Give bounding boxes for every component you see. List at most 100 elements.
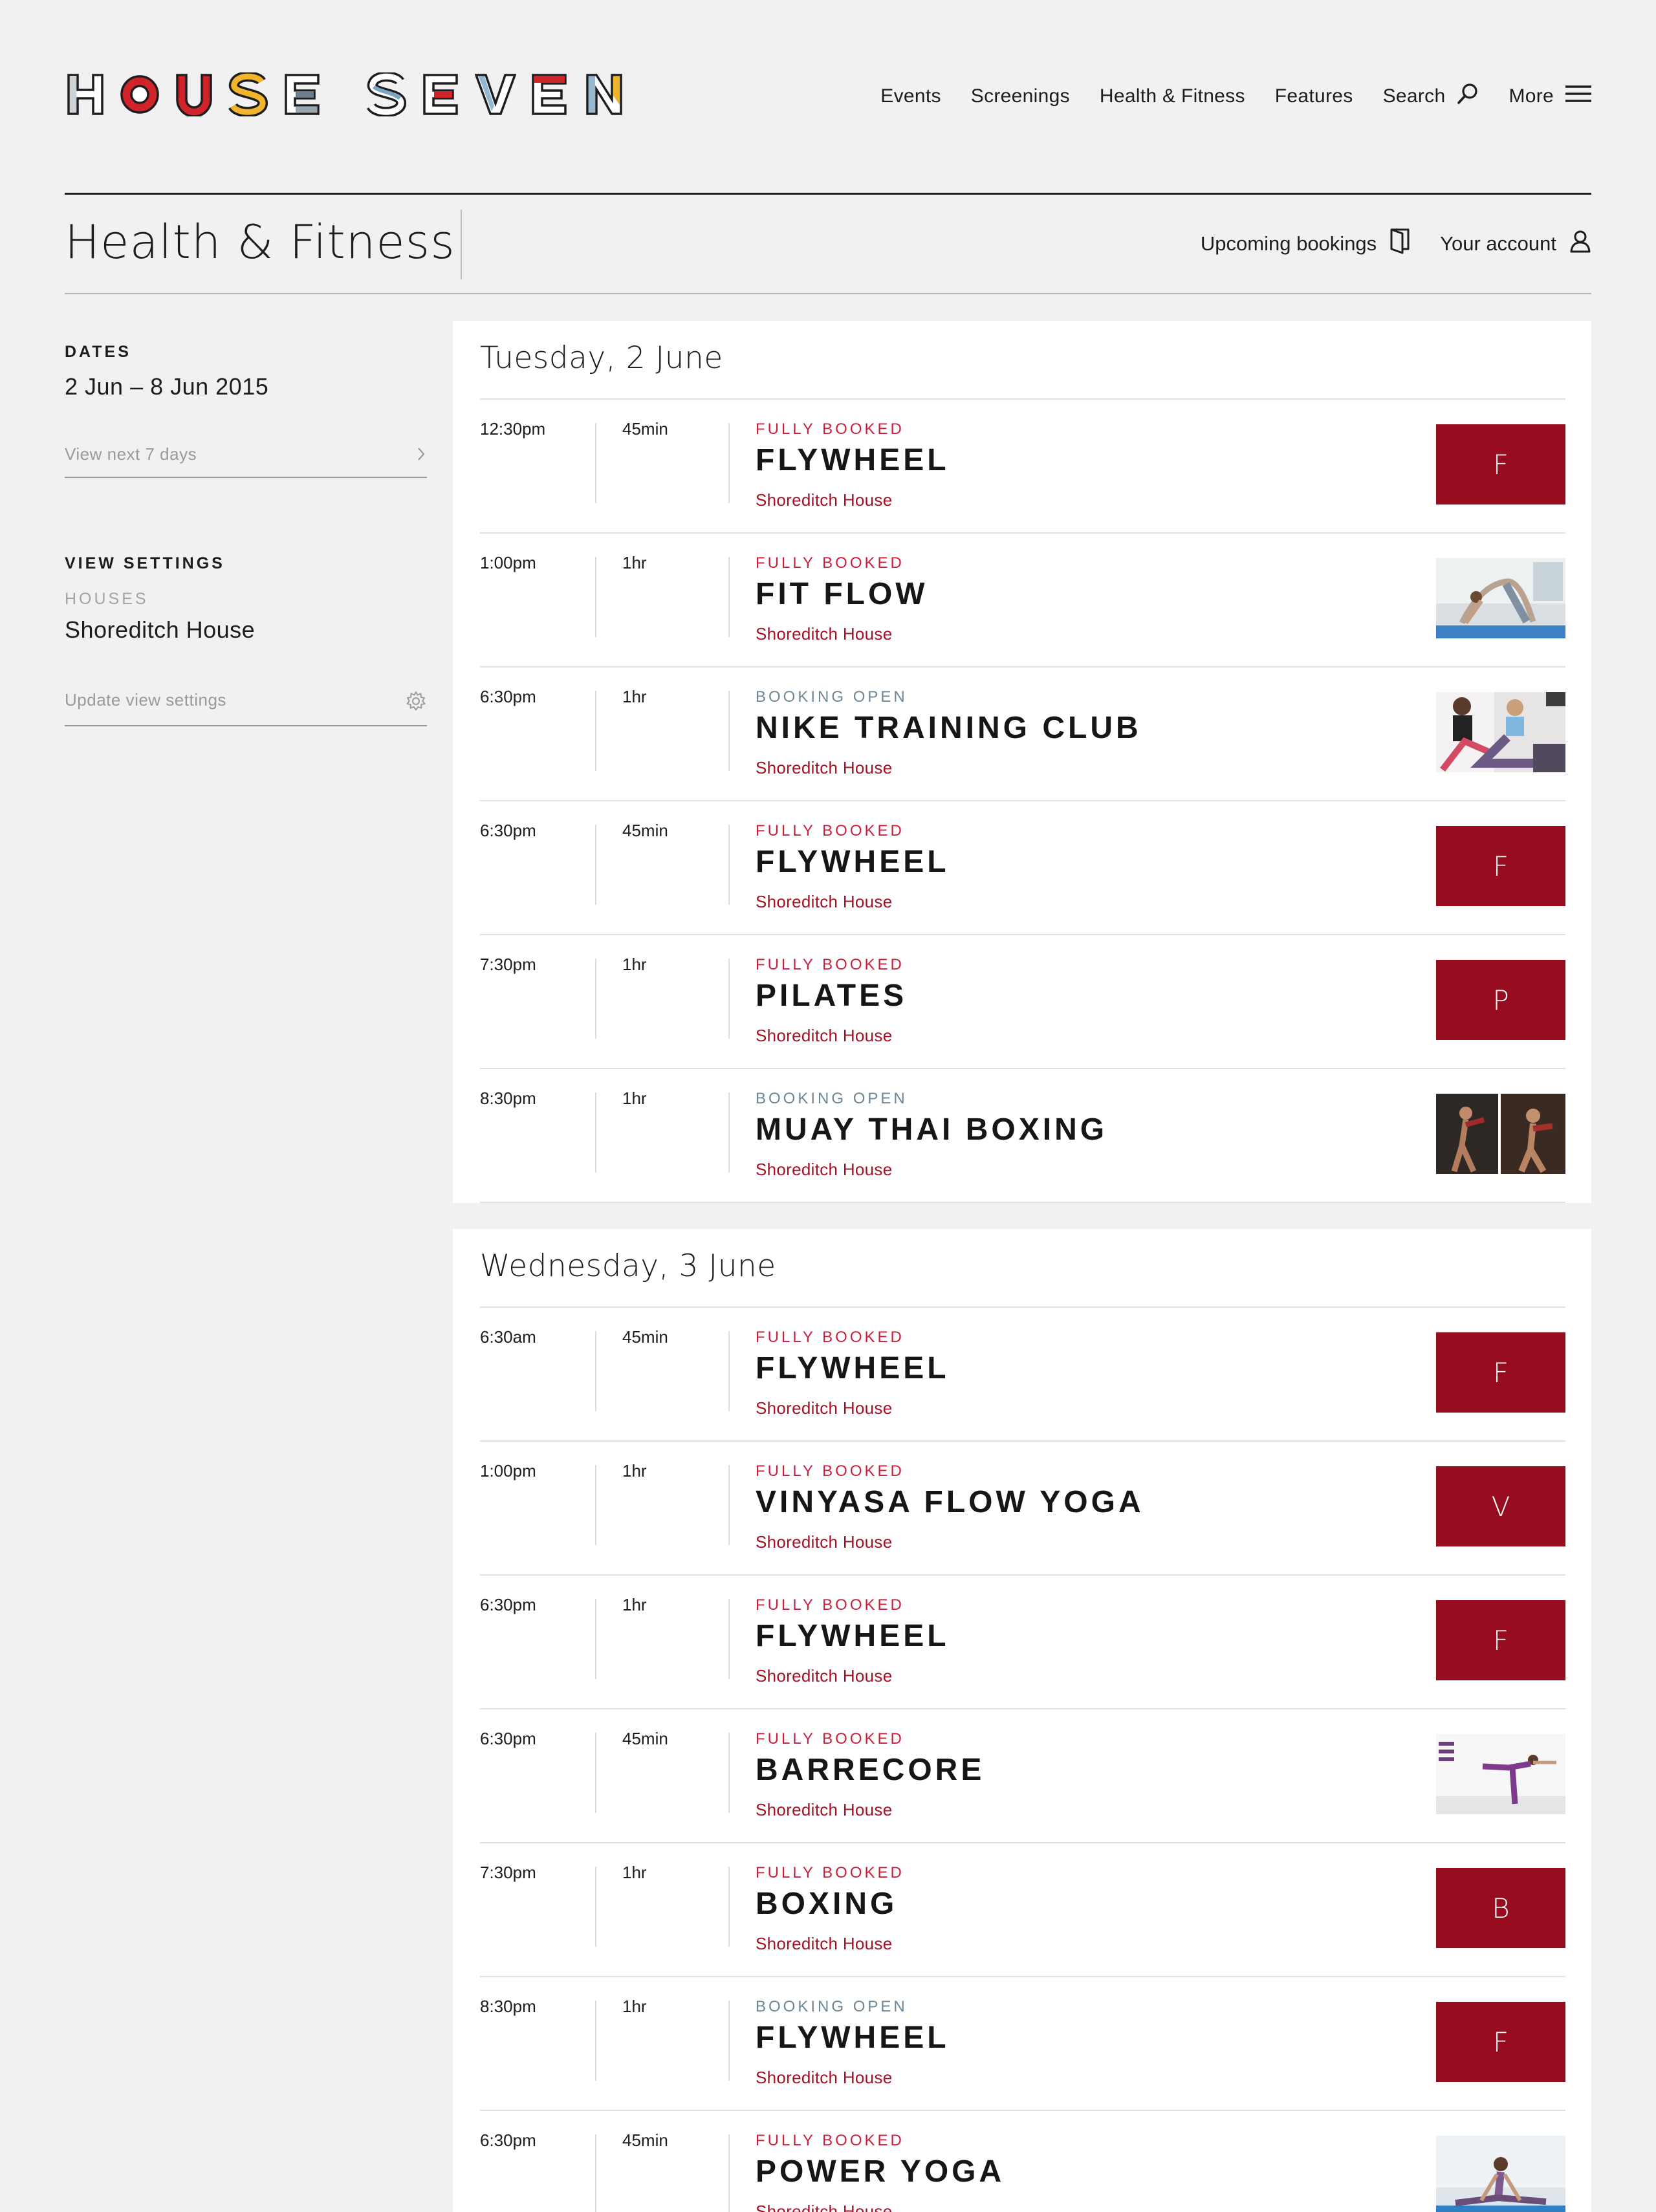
nav-search[interactable]: Search	[1383, 83, 1479, 110]
logo-word-gap	[336, 72, 366, 116]
event-duration: 1hr	[622, 1595, 647, 1614]
event-letter-thumbnail[interactable]: F	[1436, 1600, 1565, 1680]
event-row[interactable]: 6:30pm 45min FULLY BOOKED FLYWHEEL Shoreditc…	[480, 801, 1565, 935]
event-photo-thumbnail[interactable]	[1436, 2136, 1565, 2212]
update-view-settings-link[interactable]: Update view settings	[65, 690, 427, 726]
event-house[interactable]: Shoreditch House	[756, 624, 892, 644]
event-row[interactable]: 7:30pm 1hr FULLY BOOKED BOXING Shoreditch Ho…	[480, 1843, 1565, 1977]
booking-status: FULLY BOOKED	[756, 1328, 904, 1346]
event-name[interactable]: FLYWHEEL	[756, 1350, 950, 1386]
event-letter-thumbnail[interactable]: V	[1436, 1466, 1565, 1546]
event-photo-thumbnail[interactable]	[1436, 1734, 1565, 1814]
event-letter-thumbnail[interactable]: F	[1436, 826, 1565, 906]
logo-letter-v	[475, 72, 516, 116]
day-title: Wednesday, 3 June	[480, 1248, 776, 1284]
event-time: 6:30pm	[480, 821, 536, 840]
column-divider	[728, 557, 730, 637]
event-row[interactable]: 8:30pm 1hr BOOKING OPEN MUAY THAI BOXING Sho…	[480, 1069, 1565, 1203]
nav-health-fitness[interactable]: Health & Fitness	[1100, 85, 1245, 107]
event-name[interactable]: FLYWHEEL	[756, 442, 950, 478]
sidebar: DATES 2 Jun – 8 Jun 2015 View next 7 day…	[65, 343, 427, 726]
event-row[interactable]: 6:30pm 1hr BOOKING OPEN NIKE TRAINING CLUB S…	[480, 667, 1565, 801]
event-house[interactable]: Shoreditch House	[756, 1800, 892, 1820]
nav-more[interactable]: More	[1509, 84, 1591, 109]
logo-letter-h	[65, 72, 106, 116]
event-name[interactable]: MUAY THAI BOXING	[756, 1112, 1107, 1147]
event-row[interactable]: 6:30pm 45min FULLY BOOKED POWER YOGA Shoredi…	[480, 2111, 1565, 2212]
houses-label: HOUSES	[65, 590, 149, 608]
event-house[interactable]: Shoreditch House	[756, 892, 892, 912]
column-divider	[595, 825, 596, 905]
event-row[interactable]: 6:30pm 1hr FULLY BOOKED FLYWHEEL Shoreditch …	[480, 1576, 1565, 1709]
house-seven-logo[interactable]	[65, 72, 638, 116]
logo-letter-n	[583, 72, 625, 116]
event-letter-thumbnail[interactable]: P	[1436, 960, 1565, 1040]
menu-icon	[1565, 84, 1591, 109]
event-photo-thumbnail[interactable]	[1436, 692, 1565, 772]
column-divider	[728, 1092, 730, 1173]
event-name[interactable]: NIKE TRAINING CLUB	[756, 710, 1142, 746]
event-house[interactable]: Shoreditch House	[756, 1934, 892, 1954]
logo-letter-e	[529, 72, 571, 116]
event-row[interactable]: 6:30am 45min FULLY BOOKED FLYWHEEL Shoreditc…	[480, 1308, 1565, 1442]
houses-value: Shoreditch House	[65, 616, 256, 643]
your-account-link[interactable]: Your account	[1440, 230, 1591, 258]
event-house[interactable]: Shoreditch House	[756, 2068, 892, 2088]
title-divider	[461, 210, 462, 279]
event-duration: 45min	[622, 1729, 668, 1748]
event-list: 12:30pm 45min FULLY BOOKED FLYWHEEL Shoredit…	[480, 400, 1565, 1203]
main-nav: Events Screenings Health & Fitness Featu…	[851, 83, 1591, 110]
event-name[interactable]: BOXING	[756, 1886, 897, 1922]
nav-search-label: Search	[1382, 85, 1446, 107]
logo-letter-e	[420, 72, 462, 116]
event-house[interactable]: Shoreditch House	[756, 758, 892, 778]
event-row[interactable]: 8:30pm 1hr BOOKING OPEN FLYWHEEL Shoreditch …	[480, 1977, 1565, 2111]
your-account-label: Your account	[1440, 232, 1556, 255]
search-icon	[1457, 83, 1479, 110]
event-letter-thumbnail[interactable]: F	[1436, 2002, 1565, 2082]
event-name[interactable]: VINYASA FLOW YOGA	[756, 1484, 1144, 1520]
logo-letter-s	[228, 72, 269, 116]
event-house[interactable]: Shoreditch House	[756, 1398, 892, 1418]
event-row[interactable]: 7:30pm 1hr FULLY BOOKED PILATES Shoreditch H…	[480, 935, 1565, 1069]
event-row[interactable]: 6:30pm 45min FULLY BOOKED BARRECORE Shoredit…	[480, 1709, 1565, 1843]
event-house[interactable]: Shoreditch House	[756, 490, 892, 510]
event-name[interactable]: FLYWHEEL	[756, 1618, 950, 1654]
event-name[interactable]: PILATES	[756, 978, 907, 1014]
event-house[interactable]: Shoreditch House	[756, 1666, 892, 1686]
title-bar-divider	[65, 293, 1591, 294]
view-next-7-days-link[interactable]: View next 7 days	[65, 444, 427, 478]
event-letter-thumbnail[interactable]: F	[1436, 424, 1565, 504]
event-row[interactable]: 1:00pm 1hr FULLY BOOKED VINYASA FLOW YOGA Sh…	[480, 1442, 1565, 1576]
event-letter-thumbnail[interactable]: F	[1436, 1332, 1565, 1413]
nav-screenings[interactable]: Screenings	[971, 85, 1070, 107]
event-duration: 45min	[622, 419, 668, 439]
event-list: 6:30am 45min FULLY BOOKED FLYWHEEL Shoreditc…	[480, 1308, 1565, 2212]
event-name[interactable]: FLYWHEEL	[756, 844, 950, 880]
page-title: Health & Fitness	[65, 215, 455, 269]
booking-status: BOOKING OPEN	[756, 1998, 908, 2015]
event-letter-thumbnail[interactable]: B	[1436, 1868, 1565, 1948]
dates-heading: DATES	[65, 343, 131, 361]
event-row[interactable]: 1:00pm 1hr FULLY BOOKED FIT FLOW Shoreditch …	[480, 534, 1565, 667]
column-divider	[595, 2134, 596, 2212]
upcoming-bookings-link[interactable]: Upcoming bookings	[1201, 228, 1410, 260]
event-name[interactable]: FIT FLOW	[756, 576, 928, 612]
booking-status: BOOKING OPEN	[756, 688, 908, 706]
nav-features[interactable]: Features	[1275, 85, 1353, 107]
column-divider	[595, 1733, 596, 1813]
event-house[interactable]: Shoreditch House	[756, 1160, 892, 1180]
event-house[interactable]: Shoreditch House	[756, 1026, 892, 1046]
event-house[interactable]: Shoreditch House	[756, 2202, 892, 2212]
booking-status: FULLY BOOKED	[756, 956, 904, 973]
column-divider	[728, 423, 730, 503]
booking-status: FULLY BOOKED	[756, 1596, 904, 1614]
event-name[interactable]: BARRECORE	[756, 1752, 985, 1788]
event-name[interactable]: FLYWHEEL	[756, 2020, 950, 2055]
event-name[interactable]: POWER YOGA	[756, 2154, 1005, 2189]
event-row[interactable]: 12:30pm 45min FULLY BOOKED FLYWHEEL Shoredit…	[480, 400, 1565, 534]
event-house[interactable]: Shoreditch House	[756, 1532, 892, 1552]
event-photo-thumbnail[interactable]	[1436, 1094, 1565, 1174]
event-photo-thumbnail[interactable]	[1436, 558, 1565, 638]
nav-events[interactable]: Events	[880, 85, 941, 107]
